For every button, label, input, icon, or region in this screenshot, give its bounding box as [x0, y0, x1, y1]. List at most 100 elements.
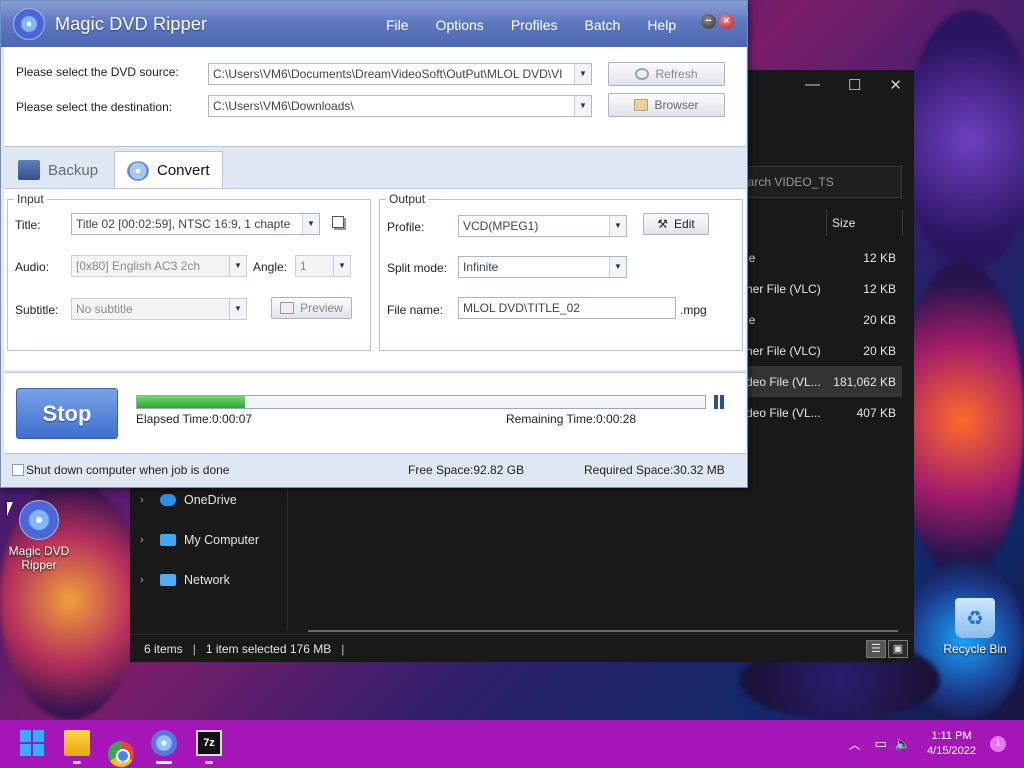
- file-row-selected[interactable]: deo File (VL... 181,062 KB: [730, 366, 902, 397]
- required-space: Required Space:30.32 MB: [584, 463, 725, 477]
- menu-file[interactable]: File: [386, 17, 409, 33]
- tiles-view-icon[interactable]: ▣: [888, 640, 908, 658]
- browser-button[interactable]: Browser: [608, 93, 725, 117]
- chevron-up-icon[interactable]: ︿: [849, 736, 861, 753]
- audio-combo[interactable]: [0x80] English AC3 2ch ▼: [71, 255, 247, 277]
- dvd-source-combo[interactable]: C:\Users\VM6\Documents\DreamVideoSoft\Ou…: [208, 63, 592, 85]
- desktop-icon-magic-dvd-ripper[interactable]: Magic DVD Ripper: [4, 500, 74, 572]
- app-status-bar: Shut down computer when job is done Free…: [4, 456, 746, 486]
- destination-combo[interactable]: C:\Users\VM6\Downloads\ ▼: [208, 95, 592, 117]
- chevron-down-icon[interactable]: ▼: [333, 256, 350, 276]
- refresh-icon: [635, 68, 650, 80]
- file-row[interactable]: deo File (VL... 407 KB: [730, 397, 902, 428]
- menu-batch[interactable]: Batch: [585, 17, 621, 33]
- chevron-down-icon[interactable]: ▼: [574, 64, 591, 84]
- angle-combo[interactable]: 1 ▼: [295, 255, 351, 277]
- running-indicator: [205, 761, 213, 764]
- chevron-down-icon[interactable]: ▼: [229, 299, 246, 319]
- backup-icon: [18, 160, 40, 180]
- start-button[interactable]: [20, 730, 46, 756]
- convert-icon: [127, 160, 149, 181]
- wallpaper-art: [900, 260, 1024, 580]
- nav-item-network[interactable]: › Network: [130, 560, 287, 600]
- subtitle-label: Subtitle:: [15, 303, 59, 317]
- chevron-down-icon[interactable]: ▼: [302, 214, 319, 234]
- chevron-down-icon[interactable]: ▼: [229, 256, 246, 276]
- explorer-column-header: Size: [730, 210, 903, 236]
- column-size-header[interactable]: Size: [832, 216, 855, 230]
- progress-bar: [136, 395, 706, 409]
- magic-dvd-ripper-taskbar-icon[interactable]: [151, 730, 177, 756]
- copy-icon[interactable]: [332, 216, 344, 228]
- tools-icon: ⚒: [657, 217, 669, 231]
- edit-button[interactable]: ⚒ Edit: [643, 213, 709, 235]
- status-selection: 1 item selected 176 MB: [205, 641, 332, 656]
- network-tray-icon[interactable]: ▭: [875, 736, 887, 752]
- notification-badge[interactable]: 1: [990, 736, 1006, 752]
- title-bar[interactable]: Magic DVD Ripper File Options Profiles B…: [1, 1, 747, 47]
- minimize-button[interactable]: −: [701, 14, 716, 29]
- menu-help[interactable]: Help: [647, 17, 676, 33]
- pause-icon[interactable]: [714, 395, 726, 409]
- profile-combo[interactable]: VCD(MPEG1) ▼: [458, 215, 627, 237]
- convert-panel: Input Title: Title 02 [00:02:59], NTSC 1…: [4, 188, 746, 370]
- stop-button[interactable]: Stop: [16, 388, 118, 439]
- file-row[interactable]: her File (VLC) 20 KB: [730, 335, 902, 366]
- chevron-right-icon[interactable]: ›: [140, 534, 152, 546]
- explorer-window-controls: — ☐ ✕: [805, 76, 902, 94]
- menu-profiles[interactable]: Profiles: [511, 17, 558, 33]
- seven-zip-taskbar-icon[interactable]: 7z: [196, 730, 222, 756]
- output-group: Output Profile: VCD(MPEG1) ▼ ⚒ Edit Spli…: [379, 192, 743, 351]
- nav-item-my-computer[interactable]: › My Computer: [130, 520, 287, 560]
- system-tray: ︿ ▭ 🔈 1:11 PM 4/15/2022 1: [849, 720, 1024, 768]
- menu-options[interactable]: Options: [436, 17, 484, 33]
- subtitle-combo[interactable]: No subtitle ▼: [71, 298, 247, 320]
- input-group: Input Title: Title 02 [00:02:59], NTSC 1…: [7, 192, 371, 351]
- explorer-search-input[interactable]: earch VIDEO_TS: [730, 166, 902, 198]
- chevron-down-icon[interactable]: ▼: [609, 216, 626, 236]
- split-mode-label: Split mode:: [387, 261, 448, 275]
- file-row[interactable]: le 20 KB: [730, 304, 902, 335]
- film-icon: [280, 302, 295, 314]
- active-indicator: [156, 761, 172, 764]
- progress-fill: [137, 396, 245, 408]
- explorer-maximize-button[interactable]: ☐: [848, 76, 861, 94]
- chevron-down-icon[interactable]: ▼: [574, 96, 591, 116]
- explorer-horizontal-scrollbar[interactable]: [308, 630, 898, 632]
- chevron-down-icon[interactable]: ▼: [609, 257, 626, 277]
- file-row[interactable]: her File (VLC) 12 KB: [730, 273, 902, 304]
- preview-button[interactable]: Preview: [271, 297, 352, 319]
- chevron-right-icon[interactable]: ›: [140, 574, 152, 586]
- desktop-icon-label: Magic DVD Ripper: [8, 544, 70, 572]
- tab-convert[interactable]: Convert: [114, 151, 223, 189]
- elapsed-time: Elapsed Time:0:00:07: [136, 412, 253, 426]
- shutdown-checkbox[interactable]: [12, 464, 24, 476]
- magic-dvd-ripper-window: Magic DVD Ripper File Options Profiles B…: [0, 0, 748, 488]
- volume-icon[interactable]: 🔈: [895, 736, 911, 752]
- file-row[interactable]: le 12 KB: [730, 242, 902, 273]
- folder-icon: [634, 99, 649, 111]
- close-button[interactable]: ×: [719, 14, 734, 29]
- explorer-close-button[interactable]: ✕: [889, 76, 902, 94]
- taskbar: 7z ︿ ▭ 🔈 1:11 PM 4/15/2022 1: [0, 720, 1024, 768]
- file-name-input[interactable]: MLOL DVD\TITLE_02: [458, 297, 676, 319]
- angle-label: Angle:: [253, 260, 288, 274]
- split-mode-combo[interactable]: Infinite ▼: [458, 256, 627, 278]
- wallpaper-art: [905, 10, 1024, 270]
- file-explorer-taskbar-icon[interactable]: [64, 730, 90, 756]
- remaining-time: Remaining Time:0:00:28: [506, 412, 637, 426]
- clock[interactable]: 1:11 PM 4/15/2022: [927, 729, 976, 759]
- output-group-title: Output: [386, 192, 429, 206]
- tab-backup[interactable]: Backup: [6, 151, 110, 189]
- desktop-icon-recycle-bin[interactable]: Recycle Bin: [940, 598, 1010, 656]
- explorer-navigation-pane: › OneDrive › My Computer › Network: [130, 480, 288, 630]
- status-item-count: 6 items: [144, 641, 183, 656]
- refresh-button[interactable]: Refresh: [608, 62, 725, 86]
- title-combo[interactable]: Title 02 [00:02:59], NTSC 16:9, 1 chapte…: [71, 213, 320, 235]
- running-indicator: [117, 761, 125, 764]
- app-title: Magic DVD Ripper: [55, 13, 208, 34]
- chevron-right-icon[interactable]: ›: [140, 494, 152, 506]
- explorer-minimize-button[interactable]: —: [805, 76, 820, 94]
- details-view-icon[interactable]: ☰: [866, 640, 886, 658]
- computer-icon: [160, 534, 176, 546]
